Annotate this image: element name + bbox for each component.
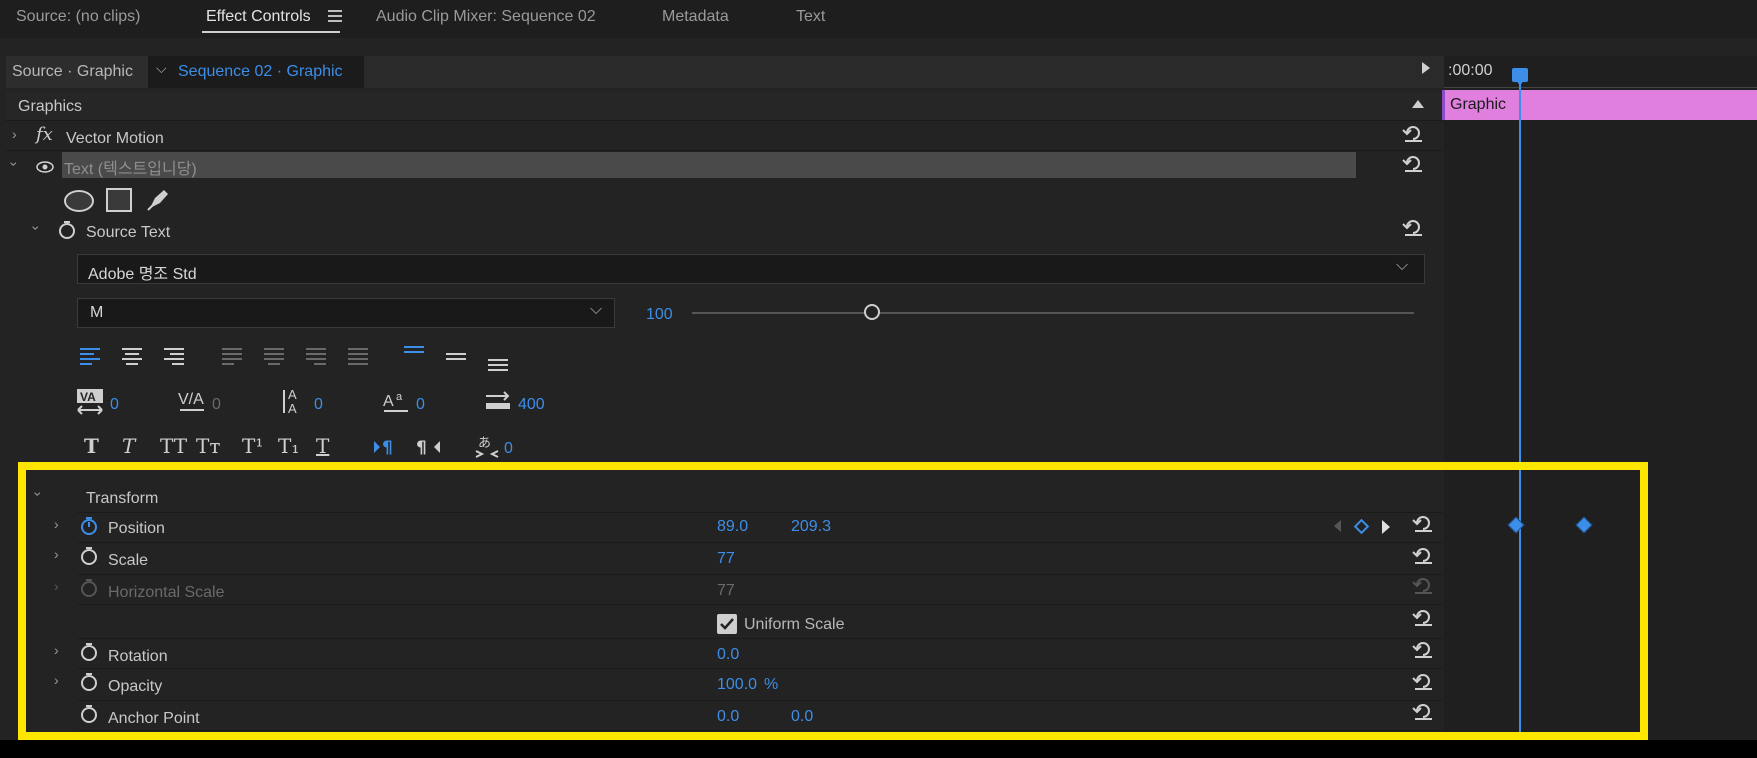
chevron-down-icon: ⌵ xyxy=(156,60,167,76)
text-layer-row[interactable]: Text (텍스트입니당) xyxy=(62,152,1356,178)
underline-button[interactable]: T xyxy=(316,434,329,458)
clip-start-marker xyxy=(1442,90,1445,120)
tab-metadata[interactable]: Metadata xyxy=(662,0,729,34)
superscript-button[interactable]: T¹ xyxy=(242,434,263,458)
baseline-shift-value[interactable]: 0 xyxy=(416,396,425,414)
align-middle-icon[interactable] xyxy=(444,348,468,370)
active-tab-indicator xyxy=(202,31,340,33)
fx-icon: fx xyxy=(36,124,53,145)
timeline-timecode: :00:00 xyxy=(1448,62,1493,79)
row-divider xyxy=(6,150,1442,151)
reset-icon[interactable] xyxy=(1402,124,1424,142)
svg-text:¶: ¶ xyxy=(416,438,427,458)
font-style-dropdown[interactable]: M ⌵ xyxy=(77,298,615,328)
reset-icon[interactable] xyxy=(1402,154,1424,172)
source-text-label: Source Text xyxy=(86,224,171,241)
align-top-icon[interactable] xyxy=(402,344,426,366)
justify-last-left-icon[interactable] xyxy=(220,346,244,368)
small-caps-button[interactable]: Tт xyxy=(196,434,220,458)
play-only-clip-audio-icon[interactable] xyxy=(1422,62,1430,74)
pen-mask-icon[interactable] xyxy=(146,186,172,212)
graphic-clip-bar[interactable]: Graphic xyxy=(1444,90,1757,120)
reset-icon[interactable] xyxy=(1402,218,1424,236)
svg-text:a: a xyxy=(396,391,403,403)
align-left-icon[interactable] xyxy=(78,346,102,368)
eye-icon[interactable] xyxy=(36,160,54,173)
chevron-down-icon: ⌵ xyxy=(1396,257,1409,274)
graphics-header xyxy=(6,92,1442,120)
rectangle-mask-icon[interactable] xyxy=(106,188,132,212)
chevron-down-icon[interactable]: › xyxy=(28,226,44,231)
tab-bar: Source: (no clips) Effect Controls Audio… xyxy=(0,0,1757,38)
row-divider xyxy=(6,120,1442,121)
justify-last-right-icon[interactable] xyxy=(304,346,328,368)
tracking-icon[interactable]: V/A xyxy=(178,388,206,416)
align-center-icon[interactable] xyxy=(120,346,144,368)
tab-audio-clip-mixer[interactable]: Audio Clip Mixer: Sequence 02 xyxy=(376,0,596,34)
faux-italic-button[interactable]: T xyxy=(122,434,135,458)
leading-icon[interactable]: AA xyxy=(280,386,308,416)
svg-text:V/A: V/A xyxy=(178,391,204,408)
tab-text[interactable]: Text xyxy=(796,0,825,34)
collapse-up-icon[interactable] xyxy=(1412,100,1424,108)
ellipse-mask-icon[interactable] xyxy=(64,190,94,212)
align-bottom-icon[interactable] xyxy=(486,352,510,374)
tsume-icon[interactable]: あ xyxy=(474,432,500,458)
left-to-right-icon[interactable]: ¶ xyxy=(372,436,402,458)
svg-text:A: A xyxy=(383,393,394,410)
tab-effect-controls[interactable]: Effect Controls xyxy=(206,0,311,34)
kerning-icon[interactable]: VA xyxy=(76,388,104,416)
text-layer-label: Text (텍스트입니당) xyxy=(64,161,197,178)
highlight-box xyxy=(18,462,1648,740)
graphic-clip-label: Graphic xyxy=(1450,96,1507,113)
timeline-bottom xyxy=(1444,740,1757,758)
svg-text:¶: ¶ xyxy=(382,438,393,458)
timeline-ruler-line xyxy=(1444,87,1757,88)
all-caps-button[interactable]: TT xyxy=(160,434,187,458)
chevron-down-icon[interactable]: › xyxy=(6,162,22,167)
leading-value[interactable]: 0 xyxy=(314,396,323,414)
vector-motion-label: Vector Motion xyxy=(66,130,164,147)
font-size-slider-track[interactable] xyxy=(692,312,1414,314)
font-family-dropdown[interactable]: Adobe 명조 Std ⌵ xyxy=(77,254,1425,284)
sequence-clip-selector[interactable]: ⌵ Sequence 02 · Graphic xyxy=(148,56,364,88)
justify-all-icon[interactable] xyxy=(346,346,370,368)
graphics-section-title: Graphics xyxy=(18,98,83,115)
chevron-right-icon[interactable]: › xyxy=(12,126,17,142)
align-right-icon[interactable] xyxy=(162,346,186,368)
font-size-slider-thumb[interactable] xyxy=(864,304,880,320)
baseline-shift-icon[interactable]: Aa xyxy=(382,388,410,416)
subscript-button[interactable]: T₁ xyxy=(278,434,299,458)
tab-width-icon[interactable] xyxy=(484,388,512,414)
kerning-value[interactable]: 0 xyxy=(110,396,119,414)
justify-last-center-icon[interactable] xyxy=(262,346,286,368)
svg-text:VA: VA xyxy=(80,390,96,404)
svg-text:A: A xyxy=(288,387,297,402)
tab-width-value[interactable]: 400 xyxy=(518,396,545,414)
font-style-value: M xyxy=(90,304,104,321)
bottom-strip xyxy=(0,740,1444,758)
source-clip-label[interactable]: Source · Graphic xyxy=(6,56,152,88)
sequence-clip-label: Sequence 02 · Graphic xyxy=(178,63,343,80)
chevron-down-icon: ⌵ xyxy=(590,301,603,318)
font-size-value[interactable]: 100 xyxy=(646,306,673,324)
svg-text:A: A xyxy=(288,401,297,416)
svg-text:あ: あ xyxy=(478,436,491,451)
font-family-value: Adobe 명조 Std xyxy=(88,266,197,283)
tsume-value[interactable]: 0 xyxy=(504,440,513,458)
faux-bold-button[interactable]: T xyxy=(84,434,99,458)
stopwatch-icon[interactable] xyxy=(58,220,76,240)
hamburger-menu-icon[interactable] xyxy=(328,9,342,23)
tab-source[interactable]: Source: (no clips) xyxy=(16,0,141,34)
tracking-value[interactable]: 0 xyxy=(212,396,221,414)
right-to-left-icon[interactable]: ¶ xyxy=(414,436,444,458)
